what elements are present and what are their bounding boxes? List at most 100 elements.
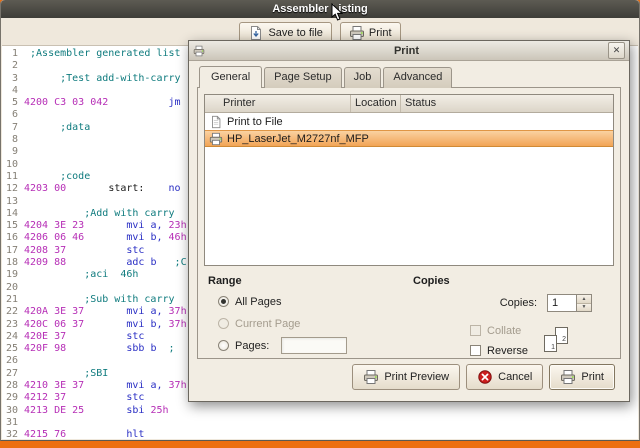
line-code: 4212 37 stc [24,392,144,403]
line-number: 2 [11,60,18,72]
line-code: 4210 3E 37 mvi a, 37h [24,380,187,391]
line-code: 420A 3E 37 mvi a, 37h [24,306,187,317]
line-number: 6 [11,109,18,121]
radio-button-icon [218,296,229,307]
dialog-titlebar[interactable]: Print ✕ [189,41,629,61]
code-cmt: ;data [24,121,91,133]
radio-pages[interactable]: Pages: [218,337,405,354]
code-adr: 420C 06 37 [24,318,85,330]
cancel-label: Cancel [498,371,533,383]
print-preview-button[interactable]: Print Preview [352,364,461,390]
code-adr: 420E 37 [24,330,67,342]
code-kw: jm [168,97,181,109]
line-number: 26 [5,355,18,367]
copies-spinner[interactable]: 1 ▲ ▼ [547,294,592,312]
save-icon [248,25,264,41]
code-kw: sbb b [126,343,157,355]
radio-label: Current Page [235,317,301,330]
print-button-label: Print [368,26,392,39]
collate-checkbox[interactable]: Collate [470,324,528,337]
code-adr: 4204 3E 23 [24,220,85,232]
line-number: 18 [5,257,18,269]
code-adr: 4203 00 [24,183,67,195]
code-lit: 37h [168,318,187,330]
line-number: 8 [11,134,18,146]
dialog-body: General Page Setup Job Advanced Printer … [189,61,629,401]
line-code: 4208 37 stc [24,245,144,256]
cancel-button[interactable]: Cancel [466,364,544,390]
code-kw: no [168,183,181,195]
tab-advanced[interactable]: Advanced [383,67,453,88]
printer-name: Print to File [227,115,283,128]
reverse-checkbox[interactable]: Reverse [470,344,528,357]
dialog-print-button[interactable]: Print [549,364,615,390]
checkbox-icon [470,325,482,336]
copies-row: Copies: 1 ▲ ▼ [413,294,610,312]
code-adr: 4209 88 [24,257,67,269]
line-number: 5 [11,97,18,109]
line-number: 30 [5,404,18,416]
copies-checks: Collate Reverse 2 1 [413,324,610,357]
tab-panel-general: Printer Location Status Print to File HP… [197,87,621,359]
tab-job[interactable]: Job [343,67,382,88]
code-lbl: start: [108,183,145,195]
code-kw: stc [126,330,145,342]
pages-input[interactable] [281,337,348,354]
line-code: ;Test add-with-carry [24,72,181,84]
line-number: 11 [5,170,18,182]
copies-label: Copies: [499,297,537,309]
line-number: 16 [5,232,18,244]
code-cmt: ;C [174,257,187,269]
tab-general[interactable]: General [199,66,263,88]
radio-button-icon [218,340,229,351]
column-header-status[interactable]: Status [401,95,613,112]
line-number: 4 [11,84,18,96]
collate-pages-icon: 2 1 [544,327,570,354]
mouse-cursor [331,3,343,21]
titlebar[interactable]: Assembler Listing [1,0,639,18]
line-number: 14 [5,207,18,219]
radio-label: All Pages [235,295,282,308]
line-number: 29 [5,392,18,404]
radio-current-page[interactable]: Current Page [218,316,405,331]
line-code: ;Add with carry [24,208,174,219]
code-kw: adc b [126,257,157,269]
column-header-location[interactable]: Location [351,95,401,112]
collate-label: Collate [487,324,522,337]
copies-value[interactable]: 1 [548,295,576,311]
printer-row-hp-laserjet[interactable]: HP_LaserJet_M2727nf_MFP [205,130,613,147]
line-number: 19 [5,269,18,281]
line-number: 9 [11,146,18,158]
close-icon[interactable]: ✕ [608,42,625,59]
code-lit: 23h [168,220,187,232]
window-title: Assembler Listing [272,3,368,15]
checkbox-icon [470,345,482,356]
code-adr: 420F 98 [24,343,67,355]
copies-section: Copies Copies: 1 ▲ ▼ Collate Reverse 2 1 [409,275,614,360]
tab-page-setup[interactable]: Page Setup [264,67,342,88]
code-lit: 46h [168,232,187,244]
printer-row-print-to-file[interactable]: Print to File [205,113,613,130]
line-number: 13 [5,195,18,207]
radio-all-pages[interactable]: All Pages [218,294,405,309]
line-code: 4203 00 start: no [24,183,181,194]
code-cmt: ;Test add-with-carry [24,72,181,84]
line-number: 7 [11,121,18,133]
code-adr: 420A 3E 37 [24,306,85,318]
line-code: ;aci 46h [24,269,138,280]
code-adr: 4215 76 [24,429,67,439]
spin-up-icon[interactable]: ▲ [577,295,591,304]
copies-section-title: Copies [413,275,450,287]
line-code: 420C 06 37 mvi b, 37h [24,319,187,330]
radio-button-icon [218,318,229,329]
code-cmt: ;Assembler generated list [24,48,181,59]
spin-down-icon[interactable]: ▼ [577,303,591,311]
column-header-printer[interactable]: Printer [205,95,351,112]
